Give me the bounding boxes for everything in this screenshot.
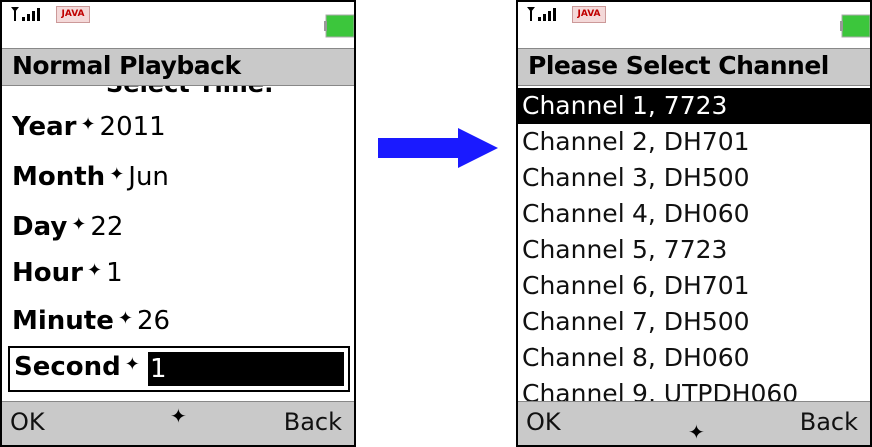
select-time-form: Select Time: Year✦2011 Month✦Jun Day✦22 … [2, 86, 354, 401]
back-softkey[interactable]: Back [800, 408, 858, 436]
java-app-icon: JAVA [572, 6, 606, 23]
channel-list-item[interactable]: Channel 5, 7723 [522, 232, 870, 268]
spinner-arrow-icon: ✦ [86, 260, 103, 281]
channel-list: Channel 1, 7723 Channel 2, DH701 Channel 3, D… [518, 88, 870, 401]
channel-detail: 2, DH701 [632, 127, 750, 156]
channel-list-item[interactable]: Channel 7, DH500 [522, 304, 870, 340]
spinner-arrow-icon: ✦ [117, 308, 133, 329]
phone-screen-right: JAVA Please Select Channel Channel 1, 772… [516, 0, 872, 447]
battery-icon [840, 14, 870, 38]
channel-word: Channel [522, 343, 625, 372]
channel-word: Channel [522, 199, 625, 228]
month-field[interactable]: Month ✦ Jun [12, 162, 169, 196]
minute-field[interactable]: Minute ✦ 26 [12, 306, 170, 340]
back-softkey[interactable]: Back [284, 408, 342, 436]
second-field-row[interactable]: Second ✦ 1 [8, 346, 350, 392]
channel-list-item[interactable]: Channel 9, UTPDH060 [522, 376, 870, 401]
spinner-arrow-icon: ✦ [109, 164, 125, 185]
spinner-arrow-icon: ✦ [80, 114, 96, 135]
page-title: Normal Playback [12, 51, 241, 80]
channel-list-item[interactable]: Channel 4, DH060 [522, 196, 870, 232]
battery-icon [324, 14, 354, 38]
section-header: Select Time: [106, 86, 274, 98]
channel-list-item[interactable]: Channel 1, 7723 [518, 88, 870, 124]
phone-screen-left: JAVA Normal Playback Select Time: Year✦2… [0, 0, 356, 447]
scroll-down-icon: ✦ [688, 420, 705, 444]
channel-detail: 7, DH500 [632, 307, 750, 336]
second-input[interactable]: 1 [148, 352, 344, 386]
title-bar: Please Select Channel [518, 48, 870, 86]
channel-list-item[interactable]: Channel 8, DH060 [522, 340, 870, 376]
ok-softkey[interactable]: OK [526, 408, 561, 436]
signal-strength-icon [527, 7, 556, 21]
channel-detail: 3, DH500 [632, 163, 750, 192]
ok-softkey[interactable]: OK [10, 408, 45, 436]
channel-word: Channel [522, 379, 625, 401]
channel-detail: 9, UTPDH060 [632, 379, 799, 401]
channel-detail: 8, DH060 [632, 343, 750, 372]
channel-word: Channel [522, 127, 625, 156]
channel-word: Channel [522, 271, 625, 300]
channel-detail: 4, DH060 [632, 199, 750, 228]
signal-strength-icon [11, 7, 40, 21]
channel-list-item[interactable]: Channel 2, DH701 [522, 124, 870, 160]
channel-detail: 1, 7723 [632, 91, 728, 120]
java-app-icon: JAVA [56, 6, 90, 23]
channel-word: Channel [522, 307, 625, 336]
softkey-bar: OK ✦ Back [518, 401, 870, 445]
hour-field[interactable]: Hour ✦ 1 [12, 258, 123, 292]
status-bar: JAVA [518, 2, 870, 48]
status-bar: JAVA [2, 2, 354, 48]
channel-word: Channel [522, 91, 625, 120]
page-title: Please Select Channel [528, 51, 829, 80]
transition-arrow-icon [378, 128, 498, 168]
spinner-arrow-icon: ✦ [71, 214, 87, 235]
channel-detail: 5, 7723 [632, 235, 728, 264]
spinner-arrow-icon: ✦ [124, 354, 140, 375]
day-field[interactable]: Day ✦ 22 [12, 212, 123, 246]
scroll-up-icon: ✦ [170, 404, 187, 428]
title-bar: Normal Playback [2, 48, 354, 86]
softkey-bar: OK ✦ Back [2, 401, 354, 445]
channel-word: Channel [522, 163, 625, 192]
channel-list-item[interactable]: Channel 3, DH500 [522, 160, 870, 196]
channel-word: Channel [522, 235, 625, 264]
channel-list-item[interactable]: Channel 6, DH701 [522, 268, 870, 304]
channel-detail: 6, DH701 [632, 271, 750, 300]
second-field-label: Second ✦ [14, 352, 140, 382]
year-field[interactable]: Year ✦ 2011 [12, 112, 166, 146]
